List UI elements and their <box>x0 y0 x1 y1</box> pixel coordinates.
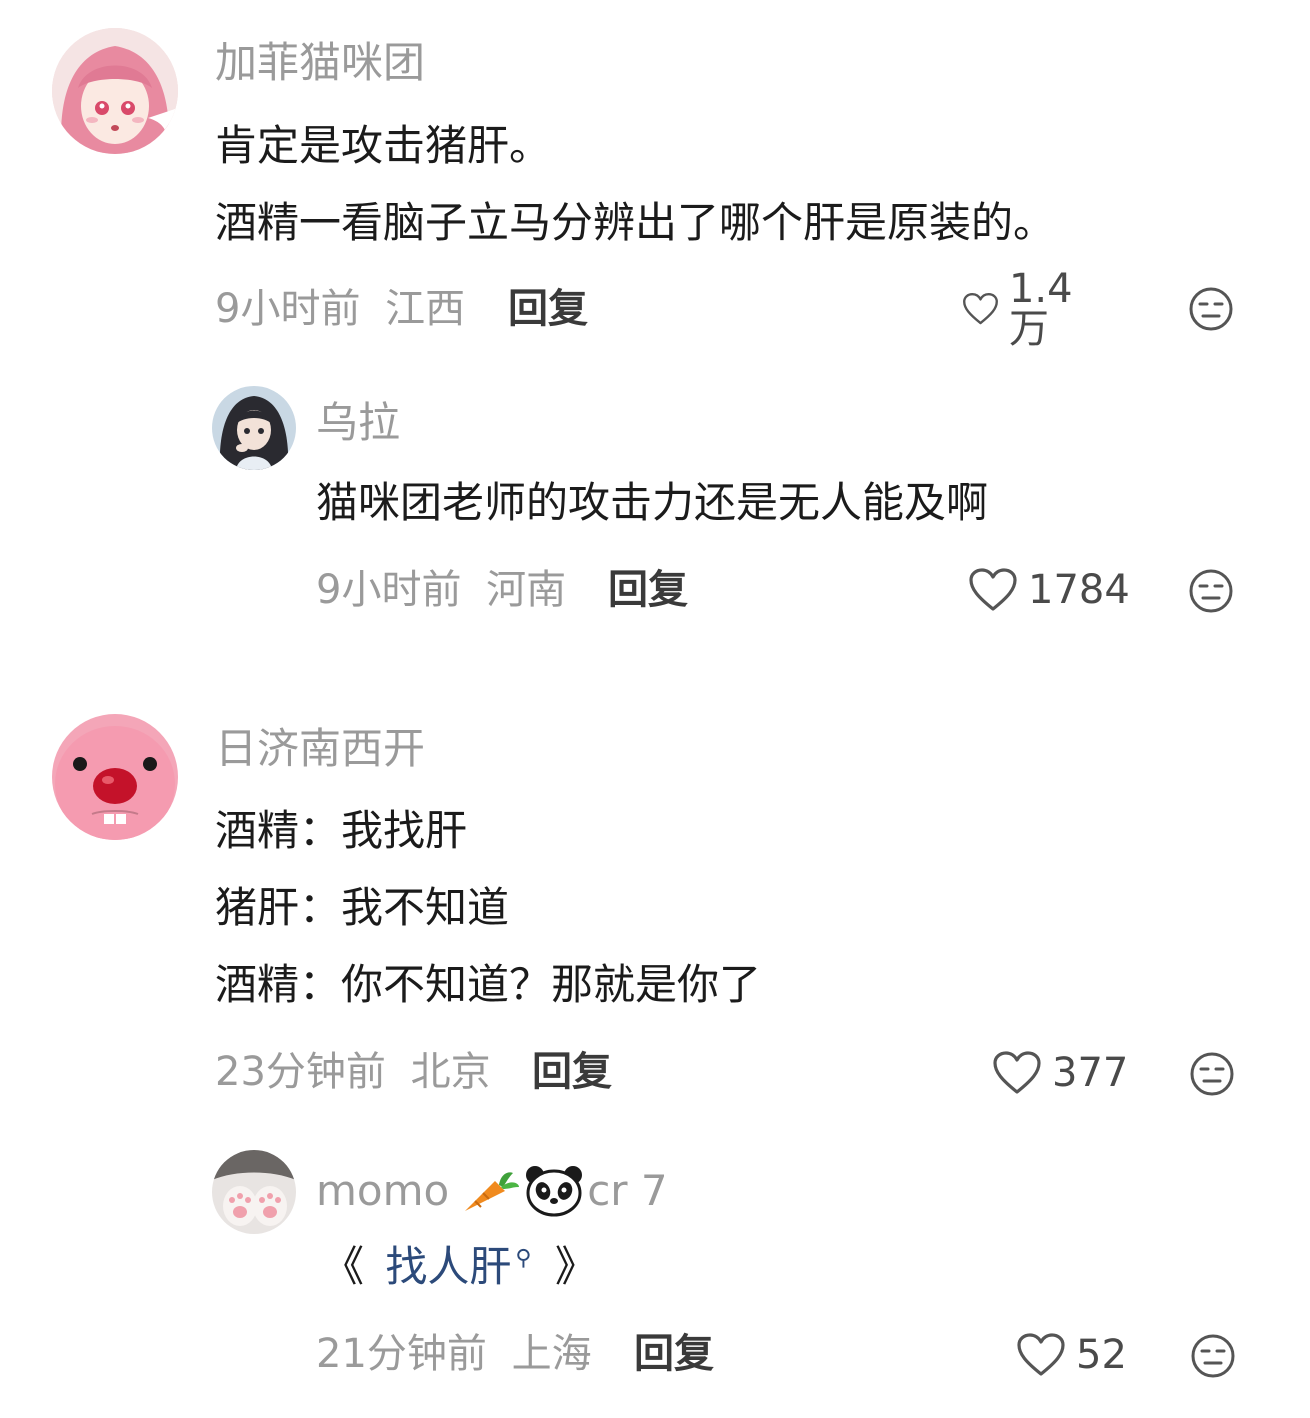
like-count: 1.4万 <box>1008 266 1073 352</box>
avatar[interactable] <box>212 1150 296 1234</box>
username[interactable]: momo cr 7 <box>316 1165 668 1217</box>
search-link[interactable]: 找人肝 ⚲ <box>385 1242 545 1291</box>
bracket-open: 《 <box>322 1242 365 1291</box>
username[interactable]: 加菲猫咪团 <box>215 42 425 84</box>
username-suffix: cr 7 <box>587 1166 668 1215</box>
timestamp: 9小时前 <box>215 286 361 332</box>
timestamp: 9小时前 <box>316 567 462 613</box>
search-link-text: 找人肝 <box>385 1242 512 1291</box>
avatar-cat-paws-icon <box>212 1150 296 1234</box>
like-count: 52 <box>1076 1332 1127 1378</box>
reply-button[interactable]: 回复 <box>508 289 588 329</box>
like-count: 1784 <box>1028 567 1130 613</box>
comment-text-line: 《 找人肝 ⚲ 》 <box>322 1246 597 1288</box>
like-button[interactable]: 52 <box>1016 1330 1127 1380</box>
timestamp: 21分钟前 <box>316 1331 487 1377</box>
location: 江西 <box>385 286 466 332</box>
dislike-button[interactable] <box>1188 286 1234 332</box>
heart-icon <box>969 568 1017 611</box>
username[interactable]: 日济南西开 <box>215 728 425 770</box>
reply-button[interactable]: 回复 <box>532 1052 612 1092</box>
username-prefix: momo <box>316 1166 450 1215</box>
panda-emoji-icon <box>526 1166 583 1217</box>
comment-text-line: 猫咪团老师的攻击力还是无人能及啊 <box>316 478 989 527</box>
comment-meta: 21分钟前 上海 <box>316 1334 592 1374</box>
search-small-icon: ⚲ <box>515 1246 532 1271</box>
avatar-anime-girl-icon <box>52 28 178 154</box>
heart-icon <box>993 1051 1041 1094</box>
comment-meta: 23分钟前 北京 <box>215 1052 491 1092</box>
avatar-anime-girl-icon <box>212 386 296 470</box>
dislike-button[interactable] <box>1188 568 1234 614</box>
avatar-pink-beaver-icon <box>52 714 178 840</box>
meh-face-icon <box>1189 569 1233 613</box>
comment-text-line: 酒精一看脑子立马分辨出了哪个肝是原装的。 <box>215 198 1056 247</box>
comment-text-line: 酒精：你不知道？那就是你了 <box>215 960 762 1009</box>
dislike-button[interactable] <box>1189 1051 1235 1097</box>
bracket-close: 》 <box>554 1242 597 1291</box>
username[interactable]: 乌拉 <box>316 402 400 444</box>
comment-meta: 9小时前 江西 <box>215 289 465 329</box>
heart-icon <box>963 293 998 325</box>
like-button[interactable]: 1.4万 <box>962 269 1086 349</box>
avatar[interactable] <box>52 714 178 840</box>
comment-text-line: 猪肝：我不知道 <box>215 883 510 932</box>
avatar[interactable] <box>212 386 296 470</box>
meh-face-icon <box>1190 1052 1234 1096</box>
reply-button[interactable]: 回复 <box>634 1334 714 1374</box>
like-button[interactable]: 1784 <box>968 565 1130 615</box>
location: 上海 <box>511 1331 592 1377</box>
comment-text-line: 肯定是攻击猪肝。 <box>215 121 552 170</box>
location: 河南 <box>486 567 567 613</box>
like-button[interactable]: 377 <box>992 1048 1128 1098</box>
dislike-button[interactable] <box>1190 1333 1236 1379</box>
timestamp: 23分钟前 <box>215 1049 386 1095</box>
reply-button[interactable]: 回复 <box>608 570 688 610</box>
heart-icon <box>1017 1333 1065 1376</box>
comment-meta: 9小时前 河南 <box>316 570 566 610</box>
avatar[interactable] <box>52 28 178 154</box>
meh-face-icon <box>1189 287 1233 331</box>
comment-text-line: 酒精：我找肝 <box>215 806 468 855</box>
meh-face-icon <box>1191 1334 1235 1378</box>
like-count: 377 <box>1052 1050 1129 1096</box>
location: 北京 <box>410 1049 491 1095</box>
carrot-emoji-icon <box>465 1172 520 1211</box>
